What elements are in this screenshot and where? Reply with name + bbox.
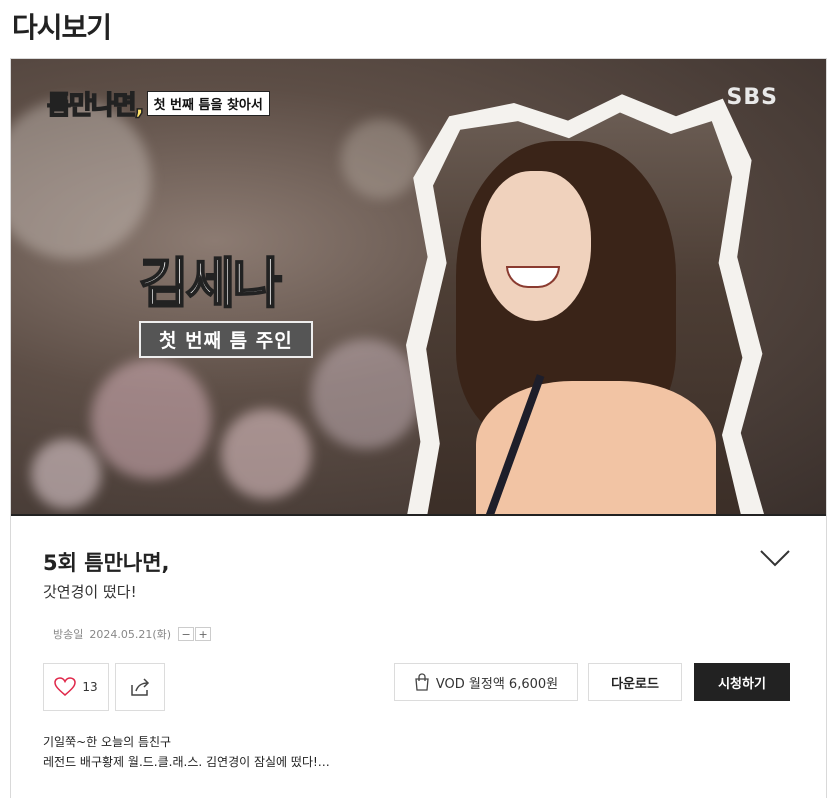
airdate-label: 방송일 — [53, 628, 84, 641]
shopping-bag-icon — [415, 673, 429, 691]
episode-description: 기일쭉~한 오늘의 틈친구 레전드 배구황제 월.드.클.래.스. 김연경이 잠… — [43, 732, 330, 772]
episode-subtitle: 갓연경이 떴다! — [43, 583, 137, 601]
face-shape — [481, 171, 591, 321]
episode-tag: 첫 번째 틈을 찾아서 — [146, 91, 270, 116]
name-caption: 김세나 — [138, 251, 283, 316]
vod-label: VOD 월정액 6,600원 — [435, 676, 559, 692]
episode-card: 틈만나면, 첫 번째 틈을 찾아서 SBS 김세나 첫 번째 틈 주인 5회 틈… — [10, 58, 827, 798]
watch-button[interactable]: 시청하기 — [694, 663, 790, 701]
font-decrease-button[interactable]: − — [178, 627, 195, 641]
description-line-1: 기일쭉~한 오늘의 틈친구 — [43, 735, 172, 749]
show-logo: 틈만나면, 첫 번째 틈을 찾아서 — [46, 85, 270, 122]
show-logo-text: 틈만나면, — [46, 90, 145, 122]
sub-caption: 첫 번째 틈 주인 — [139, 321, 313, 358]
font-increase-button[interactable]: + — [195, 627, 212, 641]
episode-thumbnail[interactable]: 틈만나면, 첫 번째 틈을 찾아서 SBS 김세나 첫 번째 틈 주인 — [11, 59, 826, 516]
description-line-2: 레전드 배구황제 월.드.클.래.스. 김연경이 잠실에 떴다!… — [43, 755, 330, 769]
share-icon — [131, 678, 150, 696]
share-button[interactable] — [115, 663, 165, 711]
page-title: 다시보기 — [12, 11, 112, 44]
like-button[interactable]: 13 — [43, 663, 109, 711]
download-button[interactable]: 다운로드 — [588, 663, 682, 701]
like-count: 13 — [82, 680, 98, 694]
vod-subscription-button[interactable]: VOD 월정액 6,600원 — [394, 663, 578, 701]
airdate-value: 2024.05.21(화) — [89, 628, 172, 641]
chevron-down-icon[interactable] — [759, 548, 791, 568]
sbs-logo: SBS — [726, 85, 778, 110]
heart-icon — [54, 677, 77, 696]
guest-photo — [426, 112, 743, 514]
airdate: 방송일 2024.05.21(화) − + — [53, 626, 212, 642]
episode-title: 5회 틈만나면, — [43, 551, 170, 575]
